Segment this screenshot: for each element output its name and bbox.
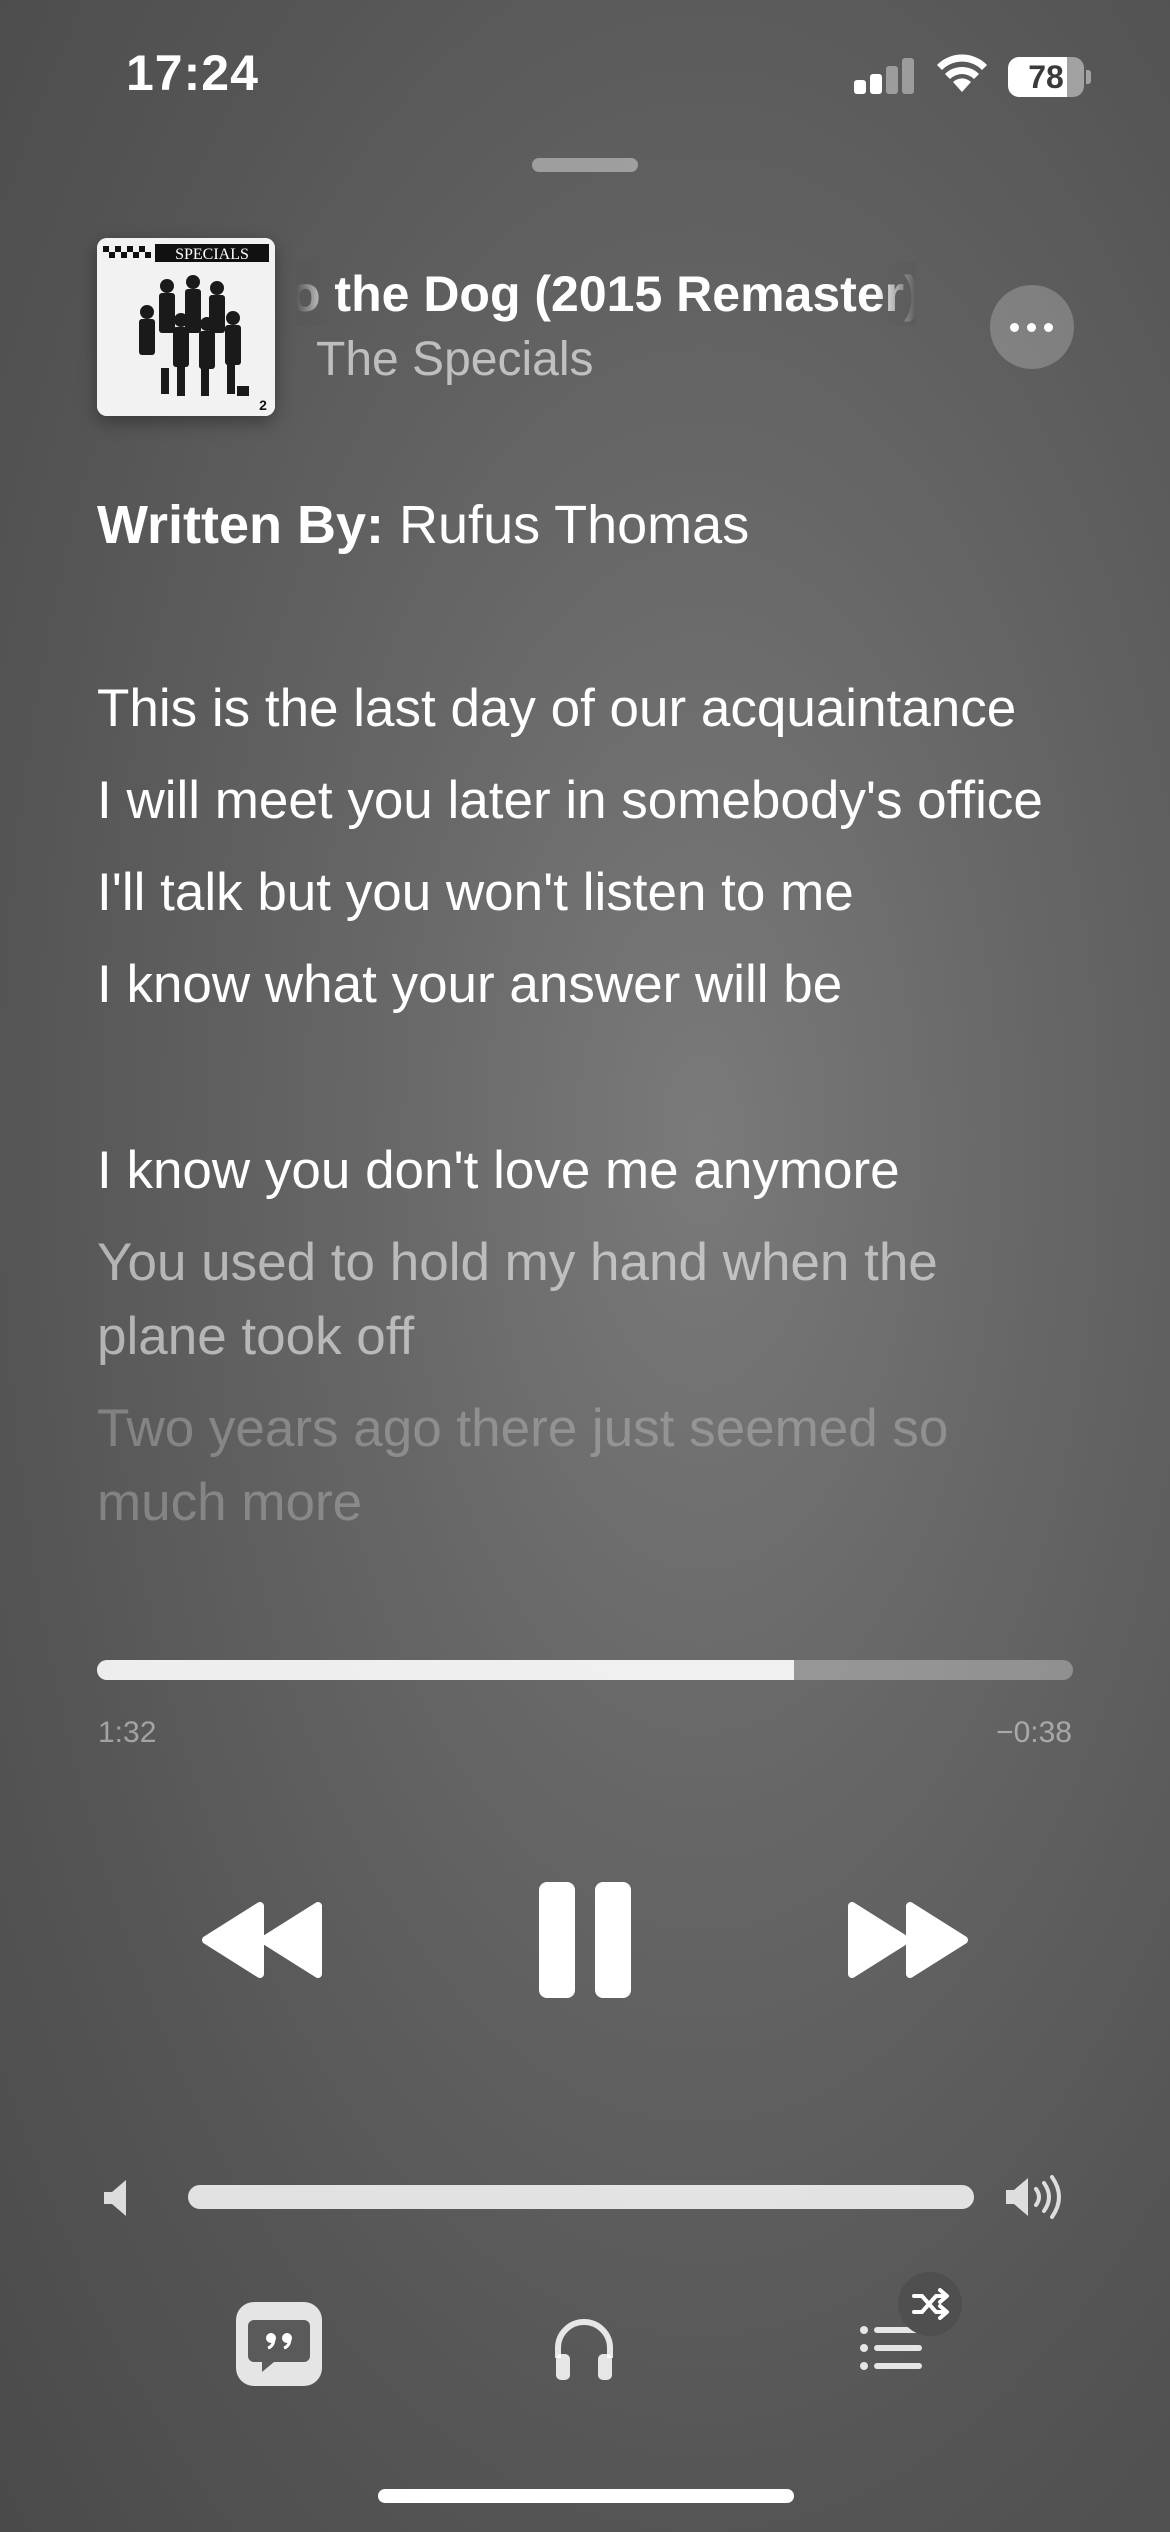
wifi-icon: [937, 54, 987, 92]
track-artist[interactable]: The Specials: [316, 330, 593, 390]
lyric-line[interactable]: Two years ago there just seemed so much …: [97, 1392, 1077, 1540]
svg-text:2: 2: [259, 397, 267, 413]
home-indicator[interactable]: [378, 2489, 794, 2503]
status-time: 17:24: [126, 45, 259, 101]
elapsed-time: 1:32: [98, 1716, 157, 1749]
volume-high-icon: [1006, 2175, 1061, 2219]
fast-forward-button[interactable]: [844, 1900, 970, 1980]
playback-scrubber[interactable]: [97, 1660, 1073, 1680]
lyrics-view[interactable]: This is the last day of our acquaintance…: [97, 672, 1077, 1650]
album-artwork[interactable]: SPECIALS 2: [97, 238, 275, 416]
lyric-line-current[interactable]: I know you don't love me anymore: [97, 1134, 1077, 1208]
cellular-signal-icon: [854, 58, 916, 94]
audio-output-button[interactable]: [548, 2312, 620, 2384]
title-fade-right: [876, 262, 916, 326]
sheet-grabber[interactable]: [532, 158, 638, 172]
volume-low-icon: [104, 2180, 126, 2216]
status-bar: 17:24 78: [0, 0, 1170, 150]
track-title: o the Dog (2015 Remaster): [296, 266, 916, 322]
volume-fill: [188, 2185, 974, 2209]
title-fade-left: [296, 262, 336, 326]
lyrics-quote-bubble-icon: [248, 2320, 310, 2372]
remaining-time: −0:38: [996, 1716, 1072, 1749]
lyric-line[interactable]: I know what your answer will be: [97, 948, 1077, 1022]
lyric-line[interactable]: This is the last day of our acquaintance: [97, 672, 1077, 746]
fast-forward-icon: [848, 1902, 968, 1978]
credits-label: Written By:: [97, 495, 385, 555]
pause-icon-bar: [595, 1882, 631, 1998]
battery-icon: 78: [1008, 57, 1091, 97]
battery-percent: 78: [1028, 59, 1064, 95]
shuffle-indicator[interactable]: [898, 2272, 962, 2336]
more-options-button[interactable]: [990, 285, 1074, 369]
pause-button[interactable]: [535, 1878, 635, 2002]
artwork-text: SPECIALS: [175, 246, 249, 263]
lyric-line[interactable]: I will meet you later in somebody's offi…: [97, 764, 1077, 838]
lyrics-button[interactable]: [236, 2302, 322, 2386]
headphones-icon: [555, 2319, 613, 2380]
volume-slider[interactable]: [188, 2185, 974, 2209]
pause-icon-bar: [539, 1882, 575, 1998]
shuffle-icon: [912, 2288, 949, 2320]
lyric-line[interactable]: You used to hold my hand when the plane …: [97, 1226, 1077, 1374]
songwriter-credits: Written By: Rufus Thomas: [97, 490, 749, 560]
lyric-line[interactable]: I'll talk but you won't listen to me: [97, 856, 1077, 930]
credits-value: Rufus Thomas: [399, 495, 750, 555]
playback-progress-fill: [97, 1660, 794, 1680]
lyric-stanza-gap: [97, 1040, 1077, 1134]
rewind-icon: [202, 1902, 322, 1978]
track-title-marquee[interactable]: o the Dog (2015 Remaster): [296, 262, 916, 326]
rewind-button[interactable]: [200, 1900, 326, 1980]
